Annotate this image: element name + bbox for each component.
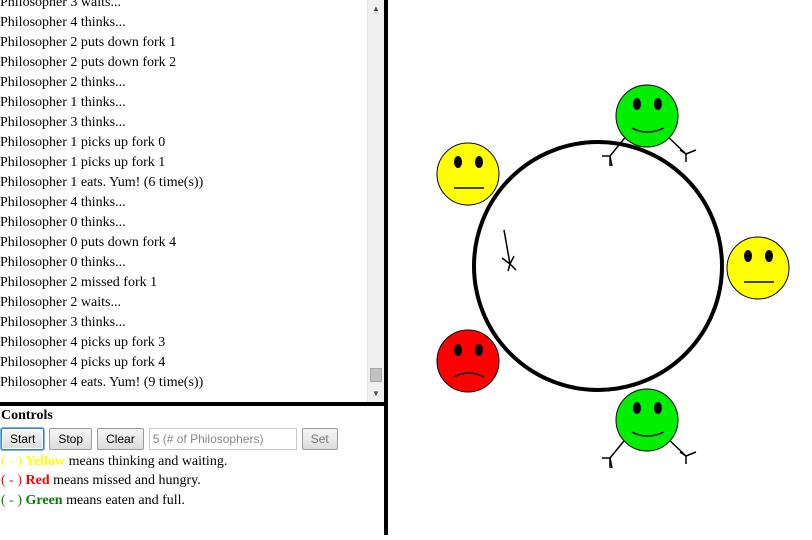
- log-list: Philosopher 3 waits... Philosopher 4 thi…: [0, 0, 368, 393]
- simulation-canvas: [436, 84, 790, 469]
- start-button[interactable]: Start: [1, 428, 45, 450]
- philosopher-left-top-neutral-face-icon: [436, 142, 500, 206]
- legend-yellow: ( - ) Yellow means thinking and waiting.: [1, 454, 227, 470]
- clear-button[interactable]: Clear: [97, 428, 144, 450]
- log-line: Philosopher 1 eats. Yum! (6 time(s)): [0, 175, 204, 190]
- legend-red: ( - ) Red means missed and hungry.: [1, 473, 201, 489]
- log-line: Philosopher 4 eats. Yum! (9 time(s)): [0, 375, 204, 390]
- log-line: Philosopher 1 picks up fork 1: [0, 155, 166, 170]
- log-line: Philosopher 0 puts down fork 4: [0, 235, 177, 250]
- log-line: Philosopher 3 thinks...: [0, 115, 126, 130]
- stop-button[interactable]: Stop: [49, 428, 93, 450]
- log-line: Philosopher 4 picks up fork 4: [0, 355, 166, 370]
- fork-icon: [664, 133, 697, 162]
- controls-panel: Controls Start Stop Clear 5 (# of Philos…: [0, 406, 384, 535]
- fork-icon: [602, 133, 629, 167]
- log-line: Philosopher 1 thinks...: [0, 95, 126, 110]
- fork-icon: [501, 229, 517, 272]
- log-panel[interactable]: Philosopher 3 waits... Philosopher 4 thi…: [0, 0, 384, 402]
- scroll-down-arrow-icon[interactable]: ▼: [368, 385, 384, 402]
- log-line: Philosopher 2 thinks...: [0, 75, 126, 90]
- legend-yellow-word: Yellow: [25, 454, 66, 469]
- log-line: Philosopher 4 picks up fork 3: [0, 335, 166, 350]
- log-line: Philosopher 0 thinks...: [0, 255, 126, 270]
- legend-green: ( - ) Green means eaten and full.: [1, 493, 185, 509]
- legend-red-text: means missed and hungry.: [53, 473, 201, 488]
- controls-title: Controls: [1, 408, 53, 423]
- log-line: Philosopher 4 thinks...: [0, 15, 126, 30]
- legend-green-prefix: ( - ): [1, 493, 22, 508]
- log-line: Philosopher 3 waits...: [0, 0, 121, 10]
- log-line: Philosopher 2 missed fork 1: [0, 275, 158, 290]
- legend-red-prefix: ( - ): [1, 473, 22, 488]
- legend-yellow-text: means thinking and waiting.: [68, 454, 228, 469]
- philosopher-top-right-happy-face-icon: [615, 84, 679, 148]
- controls-row: Start Stop Clear 5 (# of Philosophers) S…: [1, 428, 343, 450]
- log-line: Philosopher 2 puts down fork 2: [0, 55, 177, 70]
- legend-green-word: Green: [25, 493, 63, 508]
- log-line: Philosopher 4 thinks...: [0, 195, 126, 210]
- philosopher-left-bottom-sad-face-icon: [436, 329, 500, 393]
- legend-green-text: means eaten and full.: [66, 493, 186, 508]
- scroll-up-arrow-icon[interactable]: ▲: [368, 0, 384, 17]
- log-line: Philosopher 1 picks up fork 0: [0, 135, 166, 150]
- philosopher-right-neutral-face-icon: [726, 236, 790, 300]
- set-button[interactable]: Set: [301, 428, 338, 450]
- log-line: Philosopher 3 thinks...: [0, 315, 126, 330]
- philosopher-bottom-happy-face-icon: [615, 388, 679, 452]
- philosopher-count-input[interactable]: 5 (# of Philosophers): [148, 428, 297, 450]
- legend-yellow-prefix: ( - ): [1, 454, 22, 469]
- simulation-stage: [388, 0, 812, 535]
- log-line: Philosopher 0 thinks...: [0, 215, 126, 230]
- log-scrollbar[interactable]: ▲ ▼: [367, 0, 384, 402]
- log-line: Philosopher 2 puts down fork 1: [0, 35, 177, 50]
- scroll-thumb[interactable]: [370, 368, 382, 382]
- legend-red-word: Red: [25, 473, 50, 488]
- log-line: Philosopher 2 waits...: [0, 295, 121, 310]
